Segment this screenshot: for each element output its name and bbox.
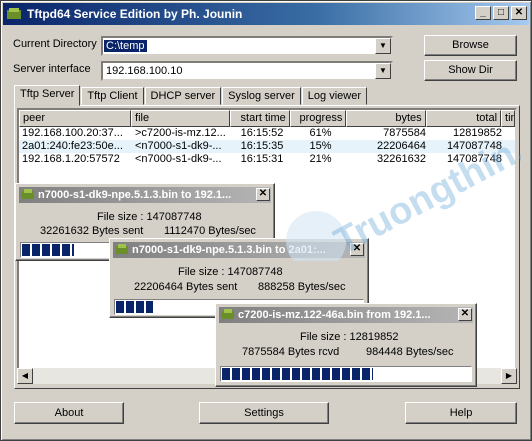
settings-button[interactable]: Settings — [199, 402, 329, 424]
scroll-left-icon[interactable]: ◀ — [17, 368, 33, 384]
transfer-rate-text: 1112470 Bytes/sec — [164, 225, 256, 237]
column-header-peer[interactable]: peer — [19, 110, 132, 127]
cell-start-time: 16:15:31 — [240, 153, 284, 165]
title-bar[interactable]: Tftpd64 Service Edition by Ph. Jounin _ … — [3, 3, 529, 25]
bytes-transferred-text: 22206464 Bytes sent — [134, 281, 238, 293]
cell-total: 12819852 — [453, 127, 502, 139]
server-interface-value[interactable]: 192.168.100.10 — [106, 65, 182, 77]
table-row[interactable]: 192.168.100.20:37... >c7200-is-mz.12... … — [19, 127, 515, 140]
cell-progress: 21% — [309, 153, 332, 165]
bytes-transferred-text: 7875584 Bytes rcvd — [242, 346, 340, 358]
file-size-text: File size : 147087748 — [97, 211, 202, 223]
cell-peer: 2a01:240:fe23:50e... — [22, 140, 123, 152]
cell-total: 147087748 — [446, 153, 502, 165]
cell-file: <n7000-s1-dk9-... — [135, 140, 222, 152]
close-icon[interactable]: ✕ — [350, 243, 364, 256]
dropdown-arrow-icon[interactable]: ▼ — [375, 63, 391, 79]
file-size-text: File size : 12819852 — [300, 331, 399, 343]
column-header-bytes[interactable]: bytes — [346, 110, 426, 127]
show-dir-button[interactable]: Show Dir — [424, 60, 517, 81]
list-header: peer file start time progress bytes tota… — [19, 110, 515, 127]
tab-syslog-server[interactable]: Syslog server — [222, 87, 301, 105]
transfer-progress-bar — [220, 366, 472, 382]
cell-file: <n7000-s1-dk9-... — [135, 153, 222, 165]
current-directory-combo[interactable]: C:\temp ▼ — [101, 36, 393, 56]
close-icon[interactable]: ✕ — [458, 308, 472, 321]
current-directory-value[interactable]: C:\temp — [104, 40, 147, 52]
transfer-rate-text: 888258 Bytes/sec — [258, 281, 346, 293]
maximize-icon[interactable]: □ — [493, 6, 509, 20]
current-directory-label: Current Directory — [13, 38, 97, 50]
tab-strip: Tftp Server Tftp Client DHCP server Sysl… — [14, 85, 368, 106]
cell-start-time: 16:15:52 — [240, 127, 284, 139]
cell-bytes: 32261632 — [377, 153, 426, 165]
browse-button[interactable]: Browse — [424, 35, 517, 56]
column-header-time[interactable]: tim — [501, 110, 515, 127]
popup-title-bar[interactable]: n7000-s1-dk9-npe.5.1.3.bin to 192.1... — [19, 187, 271, 203]
help-button[interactable]: Help — [405, 402, 517, 424]
server-interface-label: Server interface — [13, 63, 91, 75]
cell-progress: 61% — [309, 127, 332, 139]
bytes-transferred-text: 32261632 Bytes sent — [40, 225, 144, 237]
main-window: Tftpd64 Service Edition by Ph. Jounin _ … — [0, 0, 532, 441]
popup-title: c7200-is-mz.122-46a.bin from 192.1... — [238, 309, 431, 321]
popup-title-bar[interactable]: n7000-s1-dk9-npe.5.1.3.bin to 2a01:... — [113, 242, 365, 258]
transfer-icon — [116, 244, 128, 254]
tab-tftp-server[interactable]: Tftp Server — [14, 85, 81, 106]
file-size-text: File size : 147087748 — [178, 266, 283, 278]
popup-title: n7000-s1-dk9-npe.5.1.3.bin to 2a01:... — [132, 244, 326, 256]
cell-start-time: 16:15:35 — [240, 140, 284, 152]
tab-log-viewer[interactable]: Log viewer — [301, 87, 367, 105]
transfer-icon — [222, 309, 234, 319]
window-title: Tftpd64 Service Edition by Ph. Jounin — [27, 7, 243, 21]
close-icon[interactable]: ✕ — [511, 6, 527, 20]
transfer-popup[interactable]: c7200-is-mz.122-46a.bin from 192.1... ✕ … — [215, 303, 477, 387]
table-row[interactable]: 2a01:240:fe23:50e... <n7000-s1-dk9-... 1… — [19, 140, 515, 153]
cell-total: 147087748 — [446, 140, 502, 152]
cell-file: >c7200-is-mz.12... — [135, 127, 226, 139]
popup-title: n7000-s1-dk9-npe.5.1.3.bin to 192.1... — [38, 189, 232, 201]
progress-fill — [222, 368, 374, 380]
popup-title-bar[interactable]: c7200-is-mz.122-46a.bin from 192.1... — [219, 307, 473, 323]
column-header-file[interactable]: file — [131, 110, 231, 127]
cell-progress: 15% — [309, 140, 332, 152]
server-interface-combo[interactable]: 192.168.100.10 ▼ — [101, 61, 393, 81]
table-row[interactable]: 192.168.1.20:57572 <n7000-s1-dk9-... 16:… — [19, 153, 515, 166]
column-header-start-time[interactable]: start time — [230, 110, 290, 127]
column-header-total[interactable]: total — [425, 110, 502, 127]
dropdown-arrow-icon[interactable]: ▼ — [375, 38, 391, 54]
transfer-icon — [22, 189, 34, 199]
cell-peer: 192.168.100.20:37... — [22, 127, 123, 139]
about-button[interactable]: About — [14, 402, 124, 424]
progress-fill — [22, 244, 74, 256]
tab-tftp-client[interactable]: Tftp Client — [81, 87, 144, 105]
app-icon — [7, 8, 21, 19]
close-icon[interactable]: ✕ — [256, 188, 270, 201]
tab-dhcp-server[interactable]: DHCP server — [144, 87, 222, 105]
progress-fill — [116, 301, 153, 313]
scroll-right-icon[interactable]: ▶ — [501, 368, 517, 384]
transfer-rate-text: 984448 Bytes/sec — [366, 346, 454, 358]
cell-peer: 192.168.1.20:57572 — [22, 153, 120, 165]
cell-bytes: 22206464 — [377, 140, 426, 152]
minimize-icon[interactable]: _ — [475, 6, 491, 20]
column-header-progress[interactable]: progress — [289, 110, 347, 127]
cell-bytes: 7875584 — [383, 127, 426, 139]
